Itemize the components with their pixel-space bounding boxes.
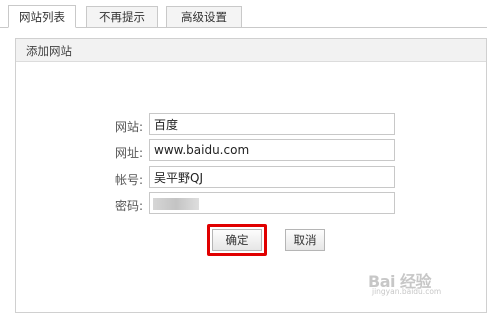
password-label: 密码: bbox=[114, 199, 143, 213]
site-row: 网站: bbox=[16, 113, 486, 137]
cancel-button[interactable]: 取消 bbox=[285, 229, 325, 251]
account-row: 帐号: bbox=[16, 166, 486, 190]
watermark: Bai 经验 jingyan.baidu.com bbox=[368, 268, 468, 298]
url-row: 网址: bbox=[16, 139, 486, 163]
password-row: 密码: bbox=[16, 192, 486, 216]
confirm-button[interactable]: 确定 bbox=[212, 229, 262, 251]
tab-advanced-settings[interactable]: 高级设置 bbox=[166, 6, 242, 28]
panel-header: 添加网站 bbox=[16, 39, 486, 62]
panel-title: 添加网站 bbox=[26, 44, 72, 58]
url-label: 网址: bbox=[114, 146, 143, 160]
tab-no-prompt[interactable]: 不再提示 bbox=[86, 6, 158, 28]
tab-bar: 网站列表 不再提示 高级设置 bbox=[0, 0, 500, 30]
account-input[interactable] bbox=[149, 166, 395, 188]
site-name-input[interactable] bbox=[149, 113, 395, 135]
watermark-url: jingyan.baidu.com bbox=[372, 287, 442, 296]
tab-site-list[interactable]: 网站列表 bbox=[8, 5, 76, 28]
site-label: 网站: bbox=[114, 120, 143, 134]
password-input[interactable] bbox=[149, 192, 395, 214]
password-blur-mask bbox=[153, 198, 199, 210]
account-label: 帐号: bbox=[114, 173, 143, 187]
url-input[interactable] bbox=[149, 139, 395, 161]
